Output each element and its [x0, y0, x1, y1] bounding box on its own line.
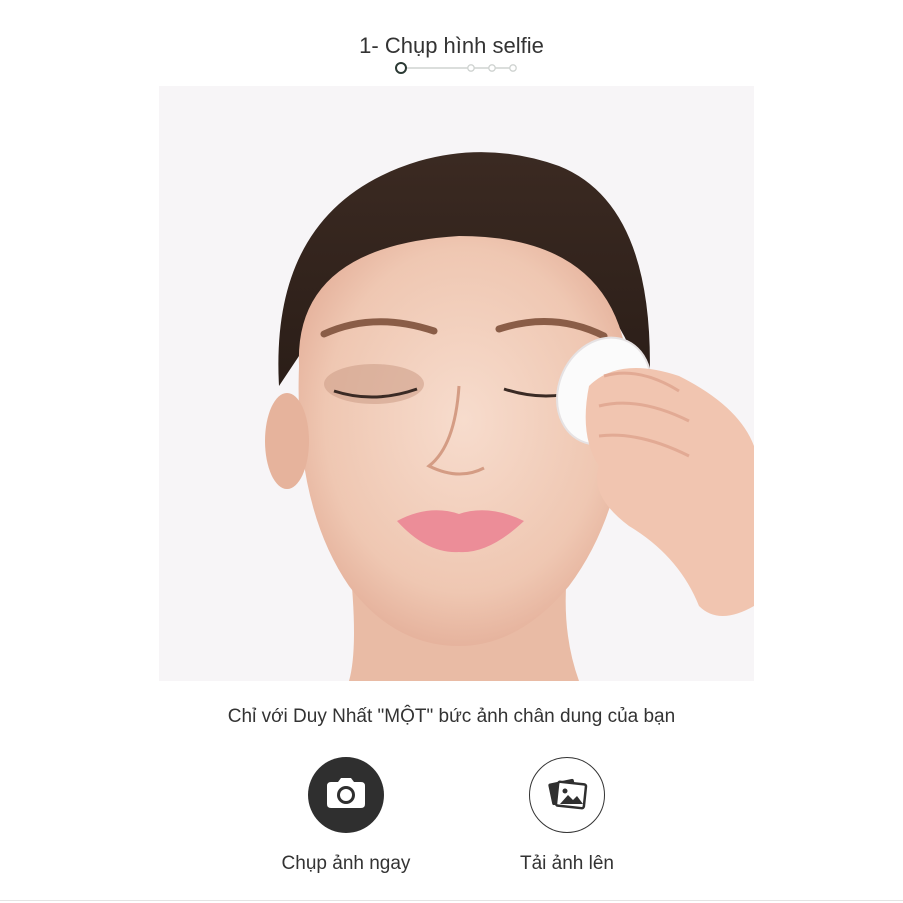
- step-dot-1: [395, 62, 407, 74]
- step-progress: [393, 60, 523, 76]
- step-dot-4: [509, 64, 517, 72]
- bottom-divider: [0, 900, 903, 901]
- take-photo-button[interactable]: [308, 757, 384, 833]
- upload-photo-action[interactable]: Tải ảnh lên: [477, 757, 657, 875]
- tagline: Chỉ với Duy Nhất "MỘT" bức ảnh chân dung…: [227, 706, 676, 727]
- camera-icon: [326, 777, 366, 814]
- image-icon: [546, 774, 588, 817]
- upload-photo-button[interactable]: [529, 757, 605, 833]
- take-photo-action[interactable]: Chụp ảnh ngay: [256, 757, 436, 875]
- step-dot-3: [488, 64, 496, 72]
- selfie-example-photo: [159, 86, 754, 681]
- take-photo-label[interactable]: Chụp ảnh ngay: [256, 853, 436, 875]
- step-dot-2: [467, 64, 475, 72]
- upload-photo-label[interactable]: Tải ảnh lên: [477, 853, 657, 875]
- step-title: 1- Chụp hình selfie: [359, 33, 544, 58]
